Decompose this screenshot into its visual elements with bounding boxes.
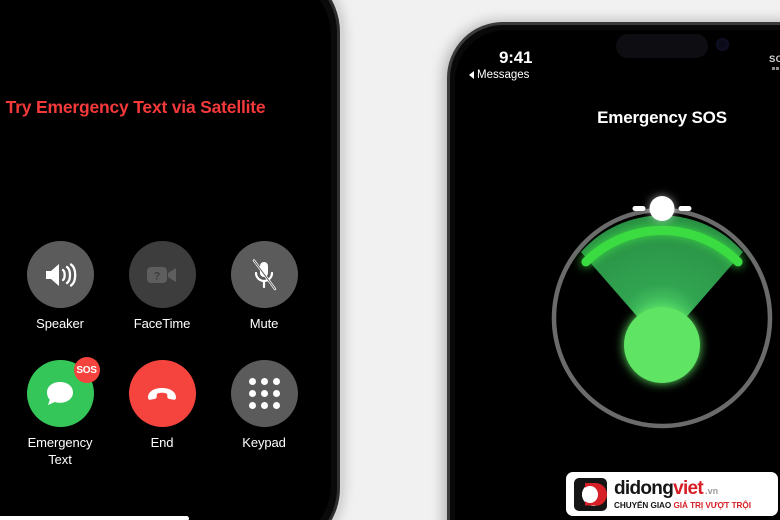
end-call-label: End xyxy=(150,435,174,451)
watermark-brand: didong viet .vn xyxy=(614,479,751,498)
signal-dots-icon xyxy=(772,67,780,70)
speaker-waves-icon xyxy=(46,262,77,287)
volume-up-button[interactable] xyxy=(447,197,450,243)
back-label: Messages xyxy=(477,69,530,81)
satellite-panel-left xyxy=(632,206,646,211)
tagline-black: CHUYỂN GIAO xyxy=(614,500,674,510)
brand-tld: .vn xyxy=(705,485,719,496)
mute-button[interactable] xyxy=(230,241,298,308)
didongviet-logo-icon xyxy=(574,477,607,511)
facetime-control[interactable]: ? FaceTime xyxy=(111,241,213,332)
brand-part-2: viet xyxy=(673,477,704,499)
right-phone-device: 9:41 Messages SOS xyxy=(447,22,780,520)
screenshot-canvas: No Connection. Try Emergency Text via Sa… xyxy=(0,0,780,520)
video-camera-icon: ? xyxy=(147,266,176,283)
left-phone-device: No Connection. Try Emergency Text via Sa… xyxy=(0,0,340,520)
back-triangle-icon xyxy=(469,71,474,79)
sos-indicator-icon: SOS xyxy=(769,54,780,70)
satellite-connection-dial xyxy=(537,190,780,440)
no-connection-alert: No Connection. Try Emergency Text via Sa… xyxy=(0,97,266,117)
keypad-control[interactable]: Keypad xyxy=(213,360,315,468)
didongviet-watermark: didong viet .vn CHUYỂN GIAO GIÁ TRỊ VƯỢT… xyxy=(566,472,778,516)
message-bubble-icon xyxy=(47,381,73,405)
tagline-red: GIÁ TRỊ VƯỢT TRỘI xyxy=(673,500,751,510)
back-to-messages-link[interactable]: Messages xyxy=(469,69,529,81)
mute-control[interactable]: Mute xyxy=(213,241,315,332)
speaker-label: Speaker xyxy=(36,316,84,331)
facetime-label: FaceTime xyxy=(133,316,191,331)
watermark-tagline: CHUYỂN GIAO GIÁ TRỊ VƯỢT TRỘI xyxy=(614,501,751,510)
speaker-control[interactable]: Speaker xyxy=(9,241,111,332)
end-call-button[interactable] xyxy=(128,360,196,428)
sos-badge: SOS xyxy=(73,357,100,384)
satellite-panel-right xyxy=(678,206,692,211)
emergency-text-label: Emergency Text xyxy=(27,435,93,467)
status-bar: 9:41 Messages SOS xyxy=(455,48,780,90)
keypad-label: Keypad xyxy=(242,435,286,451)
home-indicator[interactable] xyxy=(0,516,189,520)
sos-indicator-label: SOS xyxy=(769,54,780,66)
page-title: Emergency SOS xyxy=(597,108,727,127)
status-time: 9:41 xyxy=(499,48,533,67)
speaker-button[interactable] xyxy=(26,241,94,308)
svg-text:?: ? xyxy=(154,270,161,282)
volume-down-button[interactable] xyxy=(447,257,450,303)
satellite-body xyxy=(649,196,675,221)
emergency-text-control[interactable]: SOS Emergency Text xyxy=(9,357,111,468)
emergency-text-button[interactable]: SOS xyxy=(26,357,100,428)
call-controls-grid: Speaker ? FaceTime Mute SOS Emergency Te… xyxy=(9,241,315,468)
brand-part-1: didong xyxy=(614,477,674,499)
status-icons-group: SOS xyxy=(769,53,780,71)
satellite-marker-icon xyxy=(632,196,692,221)
keypad-dots-icon xyxy=(248,378,280,410)
navigation-bar: Emergency SOS End xyxy=(455,106,780,140)
right-phone-screen: 9:41 Messages SOS xyxy=(455,30,780,520)
end-call-control[interactable]: End xyxy=(111,360,213,468)
phone-down-icon xyxy=(148,387,176,400)
keypad-button[interactable] xyxy=(230,360,298,428)
silent-switch[interactable] xyxy=(447,143,450,169)
left-phone-screen: No Connection. Try Emergency Text via Sa… xyxy=(0,0,331,520)
dial-center-dot xyxy=(624,307,700,383)
watermark-text: didong viet .vn CHUYỂN GIAO GIÁ TRỊ VƯỢT… xyxy=(614,479,751,510)
mic-slash-icon xyxy=(252,258,277,290)
facetime-button[interactable]: ? xyxy=(128,241,196,308)
mute-label: Mute xyxy=(249,316,279,331)
